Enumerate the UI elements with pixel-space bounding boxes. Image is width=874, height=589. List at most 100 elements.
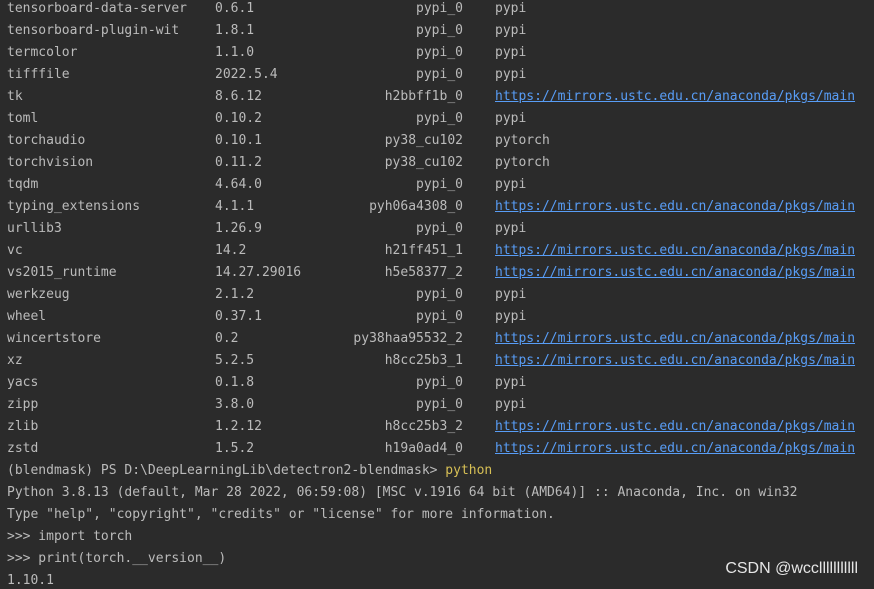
package-build: pypi_0 bbox=[416, 1, 463, 16]
shell-prompt-line: (blendmask) PS D:\DeepLearningLib\detect… bbox=[7, 460, 867, 482]
package-row: werkzeug 2.1.2 pypi_0 pypi bbox=[0, 284, 874, 306]
channel-link[interactable]: https://mirrors.ustc.edu.cn/anaconda/pkg… bbox=[495, 196, 855, 218]
package-name: toml bbox=[7, 111, 39, 126]
package-build: h5e58377_2 bbox=[384, 265, 463, 280]
shell-command: python bbox=[445, 463, 493, 478]
package-name: wheel bbox=[7, 309, 47, 324]
package-name: zipp bbox=[7, 397, 39, 412]
package-version: 8.6.12 bbox=[215, 89, 262, 104]
package-build: py38_cu102 bbox=[384, 133, 463, 148]
package-version: 3.8.0 bbox=[215, 397, 255, 412]
package-name: xz bbox=[7, 353, 23, 368]
package-name: zlib bbox=[7, 419, 39, 434]
package-version: 0.11.2 bbox=[215, 155, 262, 170]
package-version: 0.1.8 bbox=[215, 375, 255, 390]
package-build: py38_cu102 bbox=[384, 155, 463, 170]
package-build: h19a0ad4_0 bbox=[384, 441, 463, 456]
package-channel: pypi bbox=[495, 1, 527, 16]
package-name: typing_extensions bbox=[7, 199, 141, 214]
package-row: torchaudio 0.10.1 py38_cu102 pytorch bbox=[0, 130, 874, 152]
package-name: tensorboard-data-server bbox=[7, 1, 188, 16]
package-name: torchvision bbox=[7, 155, 94, 170]
package-name: urllib3 bbox=[7, 221, 62, 236]
package-build: pypi_0 bbox=[416, 397, 463, 412]
package-name: yacs bbox=[7, 375, 39, 390]
package-build: h8cc25b3_1 bbox=[384, 353, 463, 368]
package-channel: pypi bbox=[495, 45, 527, 60]
package-build: py38haa95532_2 bbox=[353, 331, 463, 346]
package-channel: pypi bbox=[495, 287, 527, 302]
package-version: 4.1.1 bbox=[215, 199, 255, 214]
package-build: pypi_0 bbox=[416, 111, 463, 126]
package-channel: pypi bbox=[495, 221, 527, 236]
package-channel: pypi bbox=[495, 23, 527, 38]
watermark: CSDN @wcclllllllllll bbox=[725, 560, 858, 577]
package-name: tk bbox=[7, 89, 23, 104]
package-name: wincertstore bbox=[7, 331, 101, 346]
package-row: tk 8.6.12 h2bbff1b_0 https://mirrors.ustc.e… bbox=[0, 86, 874, 108]
package-row: wheel 0.37.1 pypi_0 pypi bbox=[0, 306, 874, 328]
package-name: tqdm bbox=[7, 177, 39, 192]
package-build: pypi_0 bbox=[416, 177, 463, 192]
package-channel: pypi bbox=[495, 177, 527, 192]
package-name: tensorboard-plugin-wit bbox=[7, 23, 180, 38]
package-version: 0.10.1 bbox=[215, 133, 262, 148]
package-row: zipp 3.8.0 pypi_0 pypi bbox=[0, 394, 874, 416]
package-channel: pypi bbox=[495, 67, 527, 82]
package-row: termcolor 1.1.0 pypi_0 pypi bbox=[0, 42, 874, 64]
package-build: pypi_0 bbox=[416, 67, 463, 82]
package-row: torchvision 0.11.2 py38_cu102 pytorch bbox=[0, 152, 874, 174]
package-row: vs2015_runtime 14.27.29016 h5e58377_2 https… bbox=[0, 262, 874, 284]
package-row: wincertstore 0.2 py38haa95532_2 https://mir… bbox=[0, 328, 874, 350]
channel-link[interactable]: https://mirrors.ustc.edu.cn/anaconda/pkg… bbox=[495, 86, 855, 108]
package-name: termcolor bbox=[7, 45, 78, 60]
terminal-window[interactable]: tensorboard-data-server 0.6.1 pypi_0 pypi te… bbox=[0, 0, 874, 589]
package-channel: pypi bbox=[495, 309, 527, 324]
package-build: h2bbff1b_0 bbox=[384, 89, 463, 104]
package-build: pypi_0 bbox=[416, 375, 463, 390]
package-list: tensorboard-data-server 0.6.1 pypi_0 pypi te… bbox=[0, 0, 874, 460]
package-row: vc 14.2 h21ff451_1 https://mirrors.ustc.edu… bbox=[0, 240, 874, 262]
package-version: 2.1.2 bbox=[215, 287, 255, 302]
package-row: tensorboard-plugin-wit 1.8.1 pypi_0 pypi bbox=[0, 20, 874, 42]
package-build: h8cc25b3_2 bbox=[384, 419, 463, 434]
package-version: 1.26.9 bbox=[215, 221, 262, 236]
package-version: 1.5.2 bbox=[215, 441, 255, 456]
package-row: zlib 1.2.12 h8cc25b3_2 https://mirrors.ustc… bbox=[0, 416, 874, 438]
package-build: pypi_0 bbox=[416, 23, 463, 38]
channel-link[interactable]: https://mirrors.ustc.edu.cn/anaconda/pkg… bbox=[495, 240, 855, 262]
package-version: 5.2.5 bbox=[215, 353, 255, 368]
channel-link[interactable]: https://mirrors.ustc.edu.cn/anaconda/pkg… bbox=[495, 416, 855, 438]
package-row: urllib3 1.26.9 pypi_0 pypi bbox=[0, 218, 874, 240]
package-version: 1.8.1 bbox=[215, 23, 255, 38]
channel-link[interactable]: https://mirrors.ustc.edu.cn/anaconda/pkg… bbox=[495, 350, 855, 372]
package-channel: pypi bbox=[495, 375, 527, 390]
package-build: pypi_0 bbox=[416, 287, 463, 302]
package-channel: pytorch bbox=[495, 133, 550, 148]
channel-link[interactable]: https://mirrors.ustc.edu.cn/anaconda/pkg… bbox=[495, 438, 855, 460]
python-banner: Python 3.8.13 (default, Mar 28 2022, 06:… bbox=[7, 485, 798, 500]
python-help-line: Type "help", "copyright", "credits" or "… bbox=[7, 507, 555, 522]
package-channel: pypi bbox=[495, 111, 527, 126]
package-build: pyh06a4308_0 bbox=[369, 199, 463, 214]
package-version: 1.2.12 bbox=[215, 419, 262, 434]
package-version: 0.6.1 bbox=[215, 1, 255, 16]
package-name: werkzeug bbox=[7, 287, 70, 302]
shell-prompt: (blendmask) PS D:\DeepLearningLib\detect… bbox=[7, 463, 446, 478]
package-version: 14.27.29016 bbox=[215, 265, 302, 280]
channel-link[interactable]: https://mirrors.ustc.edu.cn/anaconda/pkg… bbox=[495, 262, 855, 284]
package-row: yacs 0.1.8 pypi_0 pypi bbox=[0, 372, 874, 394]
package-row: zstd 1.5.2 h19a0ad4_0 https://mirrors.ustc.… bbox=[0, 438, 874, 460]
package-channel: pytorch bbox=[495, 155, 550, 170]
channel-link[interactable]: https://mirrors.ustc.edu.cn/anaconda/pkg… bbox=[495, 328, 855, 350]
package-name: zstd bbox=[7, 441, 39, 456]
package-version: 0.2 bbox=[215, 331, 239, 346]
package-row: typing_extensions 4.1.1 pyh06a4308_0 https:… bbox=[0, 196, 874, 218]
package-build: pypi_0 bbox=[416, 221, 463, 236]
package-version: 0.37.1 bbox=[215, 309, 262, 324]
package-version: 14.2 bbox=[215, 243, 247, 258]
package-build: h21ff451_1 bbox=[384, 243, 463, 258]
package-build: pypi_0 bbox=[416, 309, 463, 324]
package-name: tifffile bbox=[7, 67, 70, 82]
package-version: 4.64.0 bbox=[215, 177, 262, 192]
